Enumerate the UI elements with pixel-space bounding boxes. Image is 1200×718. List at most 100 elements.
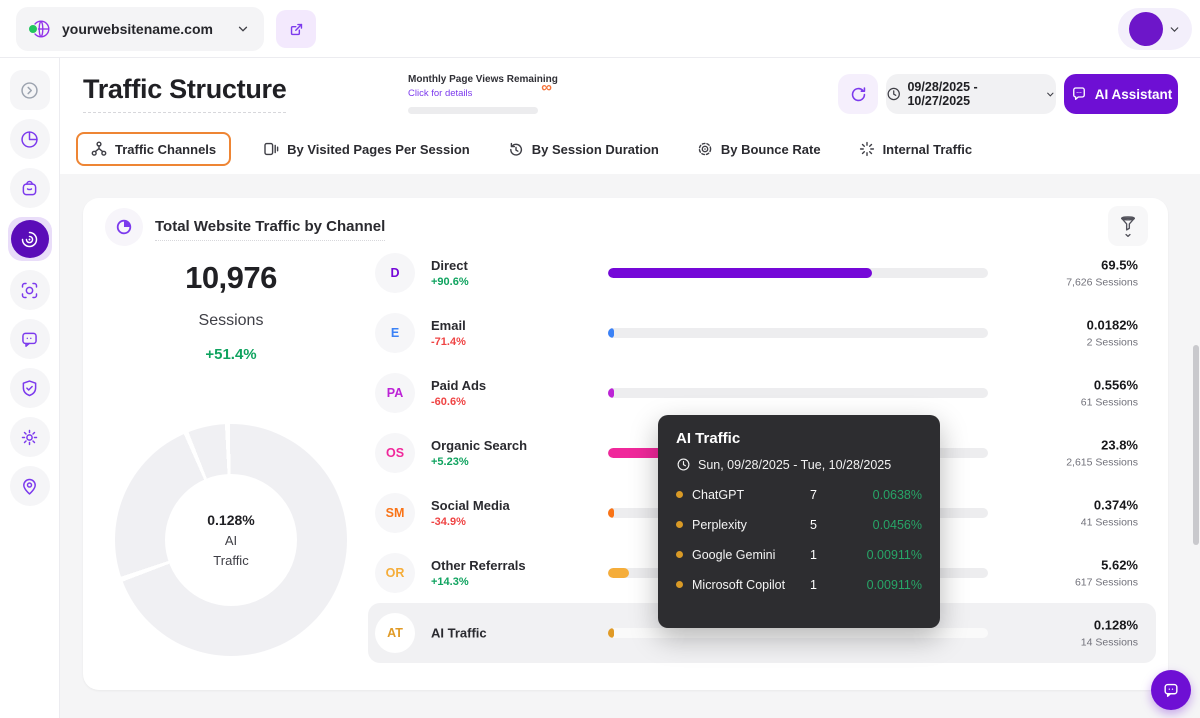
channel-percent: 0.556%: [1081, 378, 1138, 393]
channel-sessions: 7,626 Sessions: [1066, 277, 1138, 289]
topbar: yourwebsitename.com: [0, 0, 1200, 58]
tooltip-source-pct: 0.00911%: [852, 578, 922, 592]
tab-traffic-channels[interactable]: Traffic Channels: [76, 132, 231, 166]
tooltip-source-value: 1: [810, 548, 852, 562]
tab-internal-traffic[interactable]: Internal Traffic: [853, 133, 979, 165]
tooltip-source-pct: 0.0638%: [852, 488, 922, 502]
chat-icon: [1070, 85, 1088, 103]
channel-bar-track: [608, 628, 988, 638]
channel-sessions: 41 Sessions: [1081, 517, 1138, 529]
support-chat-button[interactable]: [1151, 670, 1191, 710]
channel-percent: 0.128%: [1081, 618, 1138, 633]
channel-name: Direct: [431, 258, 469, 273]
channel-name: Other Referrals: [431, 558, 526, 573]
channel-sessions: 2,615 Sessions: [1066, 457, 1138, 469]
tab-by-session-duration[interactable]: By Session Duration: [502, 133, 665, 165]
channel-row[interactable]: E Email -71.4% 0.0182% 2 Sessions: [368, 303, 1156, 363]
channel-row[interactable]: PA Paid Ads -60.6% 0.556% 61 Sessions: [368, 363, 1156, 423]
channel-name: Paid Ads: [431, 378, 486, 393]
channel-percent: 69.5%: [1066, 258, 1138, 273]
sidebar-item-shield-check[interactable]: [10, 368, 50, 408]
channel-bar-fill: [608, 628, 614, 638]
channel-name: AI Traffic: [431, 626, 487, 641]
shield-check-icon: [19, 378, 40, 399]
tab-by-visited-pages-per-session[interactable]: By Visited Pages Per Session: [257, 133, 476, 165]
refresh-icon: [849, 85, 868, 104]
sidebar-item-settings-gear[interactable]: [10, 417, 50, 457]
sidebar-item-location-pin[interactable]: [10, 466, 50, 506]
scan-icon: [19, 280, 40, 301]
main-area: Traffic Structure Monthly Page Views Rem…: [60, 58, 1200, 718]
bullet-dot: [676, 581, 683, 588]
tab-by-bounce-rate[interactable]: By Bounce Rate: [691, 133, 827, 165]
external-link-icon: [288, 21, 305, 38]
infinity-value: ∞: [541, 80, 552, 95]
tooltip-source-pct: 0.0456%: [852, 518, 922, 532]
location-pin-icon: [19, 476, 40, 497]
channel-bar-fill: [608, 328, 614, 338]
channel-percent: 5.62%: [1075, 558, 1138, 573]
sidebar-item-collapse-panel[interactable]: [10, 70, 50, 110]
tooltip-source-value: 1: [810, 578, 852, 592]
sessions-summary: 10,976 Sessions +51.4%: [83, 260, 379, 363]
channel-bar-track: [608, 268, 988, 278]
sidebar-item-shopping-bag[interactable]: [10, 168, 50, 208]
channel-bar-fill: [608, 388, 614, 398]
tooltip-source-name: Google Gemini: [692, 548, 810, 562]
tooltip-row: Perplexity 5 0.0456%: [676, 514, 922, 535]
channel-avatar: E: [375, 313, 415, 353]
user-menu[interactable]: [1118, 8, 1192, 50]
page-title: Traffic Structure: [83, 74, 286, 113]
filter-button[interactable]: [1108, 206, 1148, 246]
sidebar-item-scan[interactable]: [10, 270, 50, 310]
open-website-button[interactable]: [276, 10, 316, 48]
sidebar-item-pie-chart[interactable]: [10, 119, 50, 159]
collapse-panel-icon: [19, 80, 40, 101]
content-area: Total Website Traffic by Channel 10,976 …: [60, 174, 1200, 718]
clock-icon: [676, 457, 691, 472]
chevron-down-icon: [1168, 23, 1181, 36]
channel-sessions: 617 Sessions: [1075, 577, 1138, 589]
sessions-change: +51.4%: [83, 346, 379, 363]
sessions-total: 10,976: [83, 260, 379, 296]
website-selector[interactable]: yourwebsitename.com: [16, 7, 264, 51]
sidebar-item-chat-bubble[interactable]: [10, 319, 50, 359]
tooltip-rows: ChatGPT 7 0.0638% Perplexity 5 0.0456% G…: [676, 484, 922, 595]
sidebar-item-traffic-gauge[interactable]: [8, 217, 52, 261]
ai-traffic-tooltip: AI Traffic Sun, 09/28/2025 - Tue, 10/28/…: [658, 415, 940, 628]
channel-row[interactable]: D Direct +90.6% 69.5% 7,626 Sessions: [368, 243, 1156, 303]
refresh-button[interactable]: [838, 74, 878, 114]
quota-details-link[interactable]: Click for details: [408, 88, 538, 99]
website-favicon-globe-icon: [30, 18, 52, 40]
channel-sessions: 61 Sessions: [1081, 397, 1138, 409]
quota-progress-bar: [408, 107, 538, 114]
shopping-bag-icon: [19, 178, 40, 199]
channel-change: -60.6%: [431, 396, 486, 408]
tooltip-title: AI Traffic: [676, 430, 922, 447]
traffic-gauge-icon: [11, 220, 49, 258]
tab-label: By Session Duration: [532, 142, 659, 157]
channel-avatar: PA: [375, 373, 415, 413]
ai-assistant-button[interactable]: AI Assistant: [1064, 74, 1178, 114]
channel-change: +14.3%: [431, 576, 526, 588]
tooltip-source-value: 7: [810, 488, 852, 502]
tooltip-row: Microsoft Copilot 1 0.00911%: [676, 574, 922, 595]
date-range-picker[interactable]: 09/28/2025 - 10/27/2025: [886, 74, 1056, 114]
bullet-dot: [676, 551, 683, 558]
card-title: Total Website Traffic by Channel: [155, 218, 385, 241]
quota-title: Monthly Page Views Remaining: [408, 74, 538, 85]
donut-chart-icon: [105, 208, 143, 246]
sessions-label: Sessions: [83, 312, 379, 330]
tab-label: By Bounce Rate: [721, 142, 821, 157]
channel-bar-track: [608, 328, 988, 338]
tab-label: Traffic Channels: [115, 142, 216, 157]
bounce-target-icon: [697, 141, 713, 157]
scrollbar-thumb[interactable]: [1193, 345, 1199, 545]
tab-label: Internal Traffic: [883, 142, 973, 157]
channel-change: +90.6%: [431, 276, 469, 288]
date-range-value: 09/28/2025 - 10/27/2025: [907, 80, 1039, 108]
traffic-donut-chart[interactable]: 0.128% AI Traffic: [115, 424, 347, 656]
tooltip-source-name: ChatGPT: [692, 488, 810, 502]
tooltip-row: Google Gemini 1 0.00911%: [676, 544, 922, 565]
channel-bar-fill: [608, 568, 629, 578]
